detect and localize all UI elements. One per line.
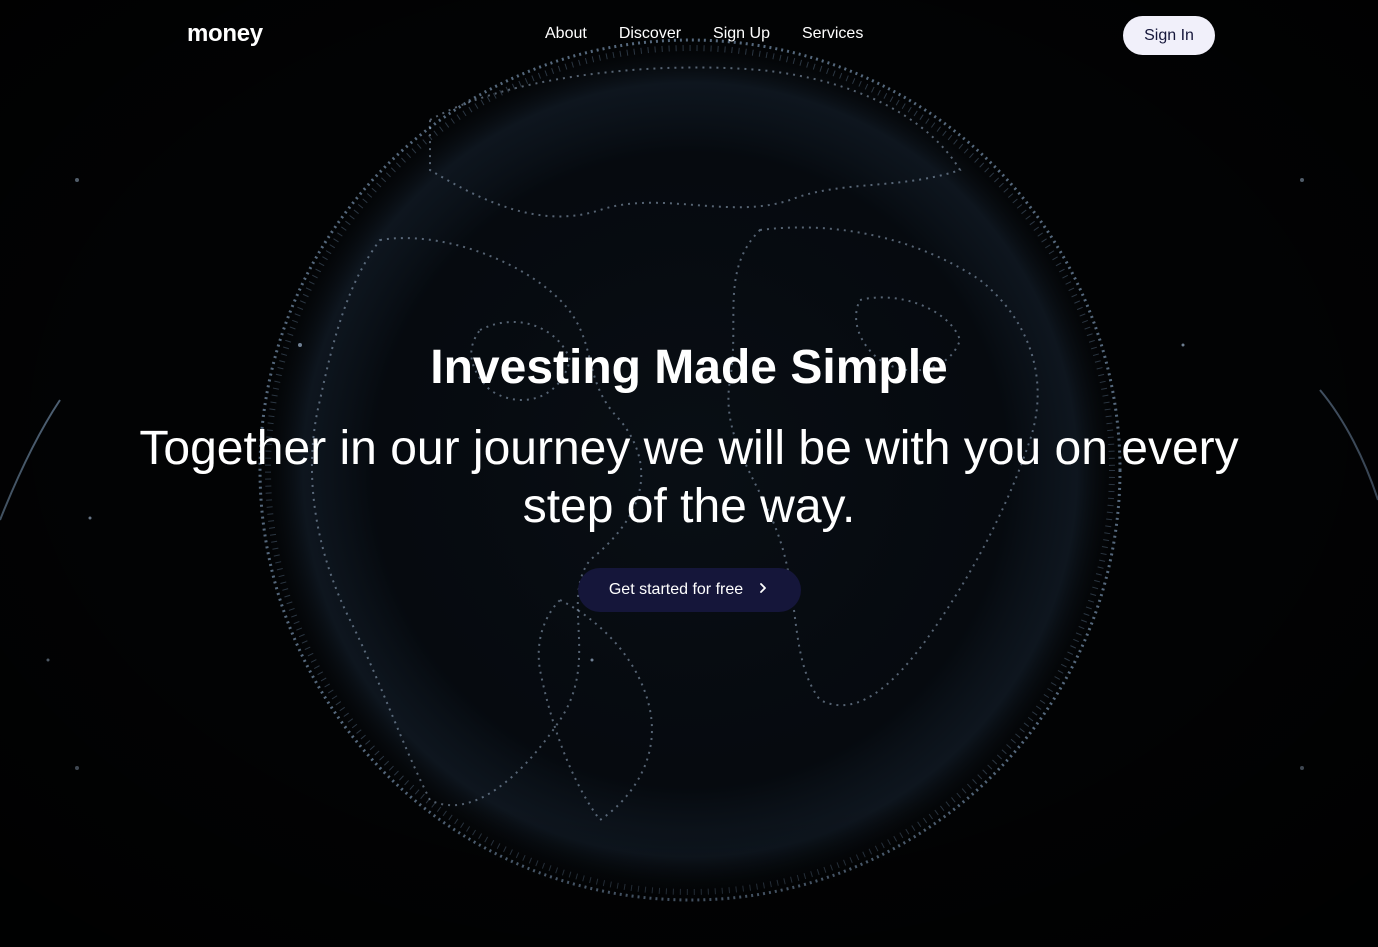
nav-link-services[interactable]: Services: [802, 25, 863, 43]
hero-title: Investing Made Simple: [430, 341, 948, 394]
hero-subtitle: Together in our journey we will be with …: [139, 422, 1239, 533]
nav-link-sign-up[interactable]: Sign Up: [713, 25, 770, 43]
top-navbar: money About Discover Sign Up Services Si…: [0, 0, 1378, 72]
get-started-label: Get started for free: [608, 581, 744, 598]
nav-links: About Discover Sign Up Services: [545, 25, 863, 43]
page: money About Discover Sign Up Services Si…: [0, 0, 1378, 947]
sign-in-button[interactable]: Sign In: [1123, 16, 1215, 55]
nav-link-about[interactable]: About: [545, 25, 587, 43]
nav-link-discover[interactable]: Discover: [619, 25, 681, 43]
logo[interactable]: money: [187, 20, 263, 48]
chevron-right-icon: [757, 582, 769, 598]
get-started-button[interactable]: Get started for free: [577, 568, 801, 612]
hero-section: Investing Made Simple Together in our jo…: [0, 338, 1378, 612]
